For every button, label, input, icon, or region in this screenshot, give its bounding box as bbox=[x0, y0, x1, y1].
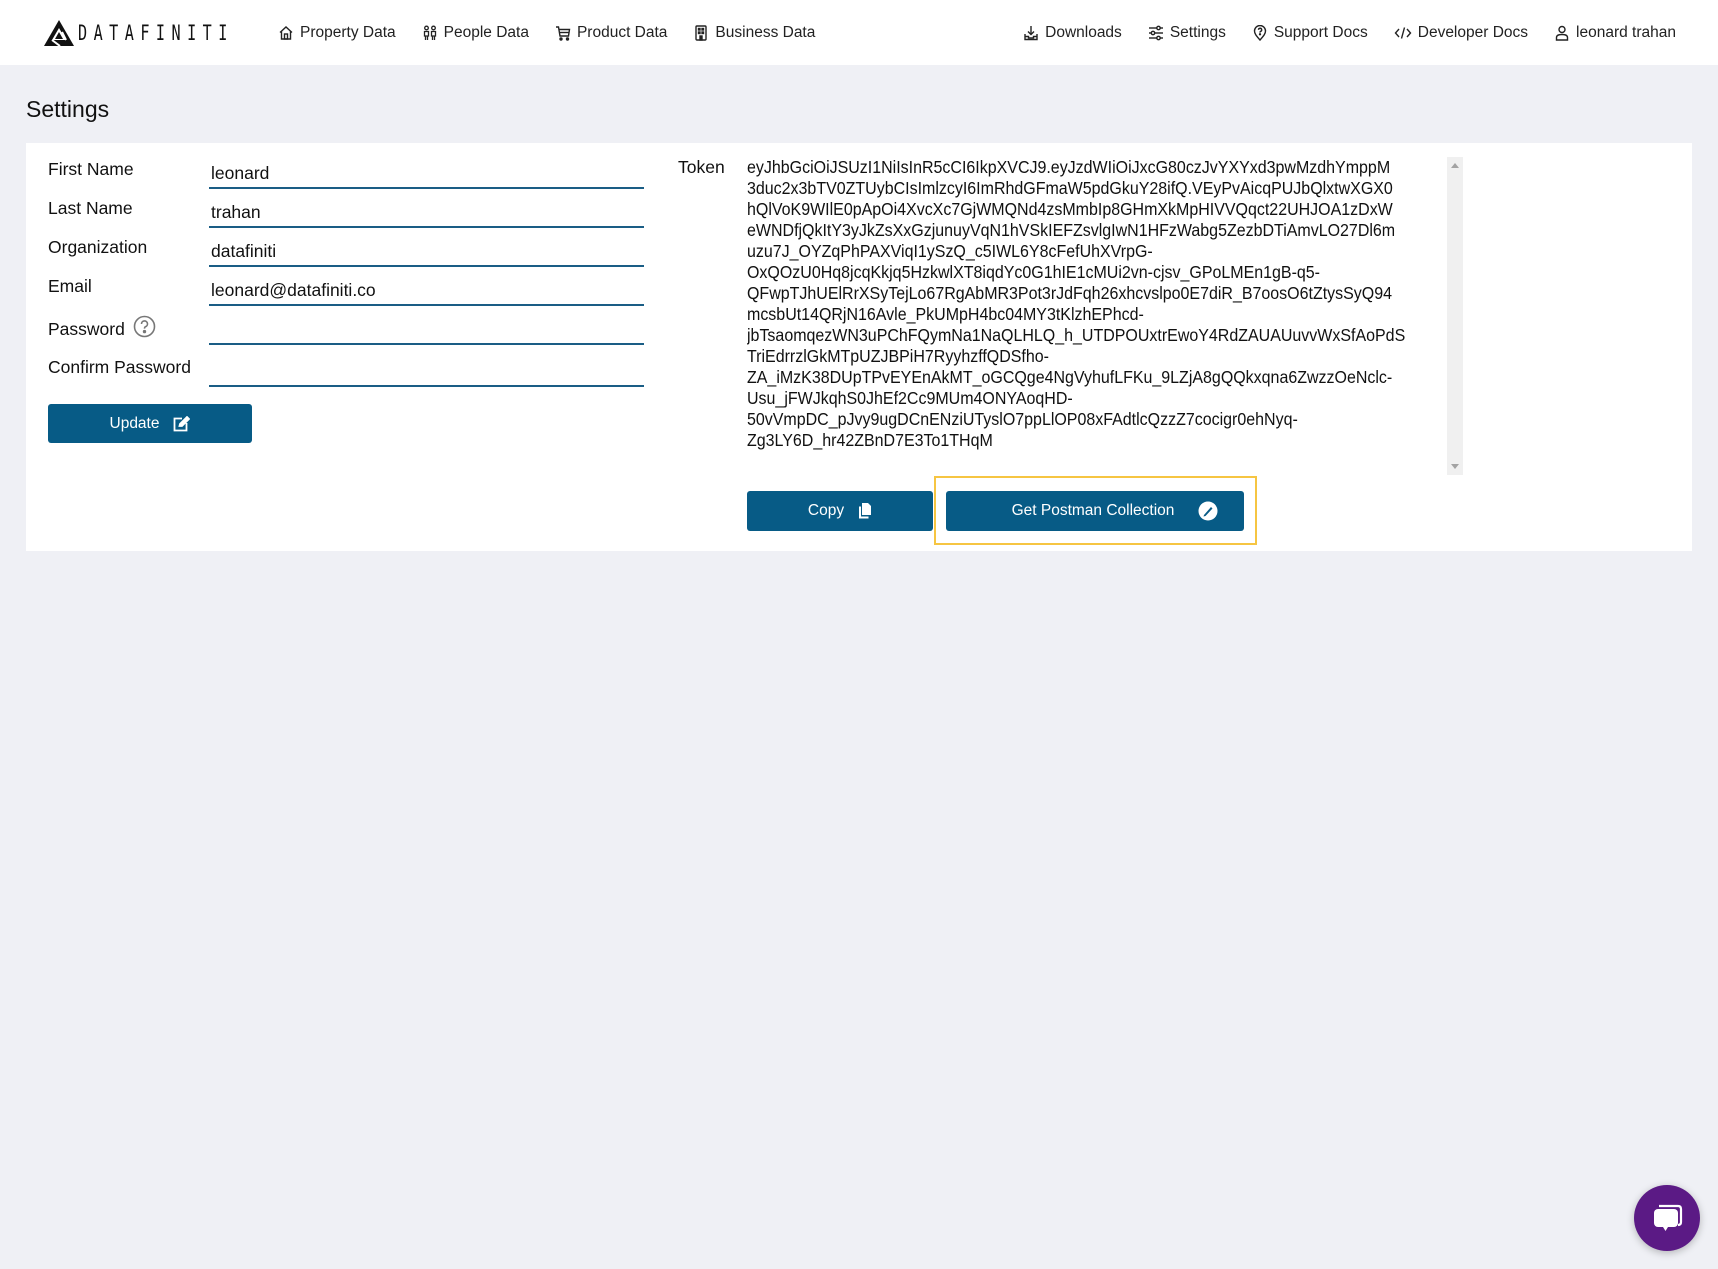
scroll-down-arrow-icon[interactable] bbox=[1451, 464, 1459, 469]
building-icon bbox=[695, 24, 708, 41]
nav-support-docs[interactable]: Support Docs bbox=[1252, 24, 1368, 42]
user-icon bbox=[1555, 25, 1569, 41]
first-name-row: First Name bbox=[48, 153, 668, 189]
copy-button[interactable]: Copy bbox=[747, 491, 933, 531]
last-name-input[interactable] bbox=[209, 192, 644, 228]
datafiniti-logo-icon bbox=[44, 20, 74, 46]
token-line: eWNDfjQkItY3yJkZsXxGzjunuyVqN1hVSkIEFZsv… bbox=[747, 220, 1396, 240]
people-icon bbox=[423, 25, 436, 40]
confirm-password-label: Confirm Password bbox=[48, 357, 191, 377]
email-label: Email bbox=[48, 276, 92, 296]
token-line: QFwpTJhUElRrXSyTejLo67RgAbMR3Pot3rJdFqh2… bbox=[747, 283, 1392, 303]
download-icon bbox=[1024, 25, 1038, 40]
token-line: mcsbUt14QRjN16Avle_PkUMpH4bc04MY3tKlzhEP… bbox=[747, 304, 1144, 324]
token-textarea[interactable]: eyJhbGciOiJSUzI1NiIsInR5cCI6IkpXVCJ9.eyJ… bbox=[747, 157, 1463, 475]
first-name-input[interactable] bbox=[209, 153, 644, 189]
code-icon bbox=[1394, 26, 1412, 39]
nav-developer-docs[interactable]: Developer Docs bbox=[1394, 24, 1528, 42]
confirm-password-row: Confirm Password bbox=[48, 351, 668, 387]
token-line: 50vVmpDC_pJvy9ugDCnENziUTyslO7ppLlOP08xF… bbox=[747, 409, 1298, 429]
brand-name: DATAFINITI bbox=[78, 21, 234, 45]
nav-label: Business Data bbox=[715, 23, 816, 41]
page-title: Settings bbox=[26, 96, 110, 122]
top-navbar: DATAFINITI Property Data People Data Pro… bbox=[0, 0, 1718, 65]
token-line: uzu7J_OYZqPhPAXViqI1ySzQ_c5IWL6Y8cFefUhX… bbox=[747, 241, 1153, 261]
nav-downloads[interactable]: Downloads bbox=[1023, 24, 1122, 42]
datafiniti-logo[interactable]: DATAFINITI bbox=[44, 19, 294, 47]
token-line: OxQOzU0Hq8jcqKkjq5HzkwlXT8iqdYc0G1hIE1cM… bbox=[747, 262, 1320, 282]
password-label: Password bbox=[48, 318, 125, 339]
last-name-label: Last Name bbox=[48, 198, 133, 218]
nav-label: Support Docs bbox=[1273, 23, 1368, 41]
email-input[interactable] bbox=[209, 270, 644, 306]
nav-label: Developer Docs bbox=[1417, 23, 1529, 41]
organization-label: Organization bbox=[48, 237, 148, 257]
update-label: Update bbox=[109, 414, 160, 432]
chat-icon bbox=[1654, 1204, 1683, 1231]
nav-user-account[interactable]: leonard trahan bbox=[1554, 24, 1676, 42]
token-line: eyJhbGciOiJSUzI1NiIsInR5cCI6IkpXVCJ9.eyJ… bbox=[747, 157, 1391, 177]
token-line: ZA_iMzK38DUpTPvEYEnAkMT_oGCQge4NgVyhufLF… bbox=[747, 367, 1393, 387]
password-row: Password bbox=[48, 309, 668, 345]
token-label: Token bbox=[678, 157, 725, 177]
nav-business-data[interactable]: Business Data bbox=[693, 24, 815, 42]
settings-card: First Name Last Name Organization Email … bbox=[26, 143, 1692, 551]
token-line: Usu_jFWJkqhS0JhEf2Cc9MUm4ONYAoqHD- bbox=[747, 388, 1073, 408]
nav-label: People Data bbox=[443, 23, 529, 41]
get-postman-collection-button[interactable]: Get Postman Collection bbox=[946, 491, 1244, 531]
scroll-up-arrow-icon[interactable] bbox=[1451, 163, 1459, 168]
nav-settings[interactable]: Settings bbox=[1148, 24, 1226, 42]
last-name-row: Last Name bbox=[48, 192, 668, 228]
nav-label: Settings bbox=[1169, 23, 1226, 41]
edit-icon bbox=[174, 415, 191, 431]
token-line: Zg3LY6D_hr42ZBnD7E3To1THqM bbox=[747, 430, 993, 450]
sliders-icon bbox=[1148, 25, 1163, 40]
nav-property-data[interactable]: Property Data bbox=[278, 24, 396, 42]
nav-label: Downloads bbox=[1045, 23, 1122, 41]
organization-input[interactable] bbox=[209, 231, 644, 267]
help-icon[interactable] bbox=[133, 315, 156, 343]
email-row: Email bbox=[48, 270, 668, 306]
token-value[interactable]: eyJhbGciOiJSUzI1NiIsInR5cCI6IkpXVCJ9.eyJ… bbox=[747, 157, 1447, 475]
update-button[interactable]: Update bbox=[48, 404, 252, 443]
password-label-wrap: Password bbox=[48, 315, 156, 343]
nav-label: Property Data bbox=[300, 23, 396, 41]
password-input[interactable] bbox=[209, 309, 644, 345]
organization-row: Organization bbox=[48, 231, 668, 267]
token-line: 3duc2x3bTV0ZTUybCIsImlzcyI6ImRhdGFmaW5pd… bbox=[747, 178, 1393, 198]
token-line: TriEdrrzlGkMTpUZJBPiH7RyyhzffQDSfho- bbox=[747, 346, 1049, 366]
chat-widget-button[interactable] bbox=[1634, 1185, 1700, 1251]
nav-product-data[interactable]: Product Data bbox=[555, 24, 667, 42]
home-icon bbox=[279, 25, 293, 40]
first-name-label: First Name bbox=[48, 159, 134, 179]
support-pin-icon bbox=[1253, 24, 1267, 41]
nav-label: Product Data bbox=[576, 23, 668, 41]
cart-icon bbox=[555, 25, 571, 41]
token-scrollbar[interactable] bbox=[1447, 157, 1463, 475]
postman-icon bbox=[1198, 501, 1218, 521]
nav-people-data[interactable]: People Data bbox=[422, 24, 529, 42]
confirm-password-input[interactable] bbox=[209, 351, 644, 387]
copy-label: Copy bbox=[807, 502, 845, 519]
nav-label: leonard trahan bbox=[1576, 23, 1676, 41]
postman-label: Get Postman Collection bbox=[1011, 502, 1175, 519]
token-line: hQlVoK9WIlE0pApOi4XvcXc7GjWMQNd4zsMmbIp8… bbox=[747, 199, 1393, 219]
copy-icon bbox=[859, 503, 872, 519]
token-line: jbTsaomqezWN3uPChFQymNa1NaQLHLQ_h_UTDPOU… bbox=[747, 325, 1406, 345]
